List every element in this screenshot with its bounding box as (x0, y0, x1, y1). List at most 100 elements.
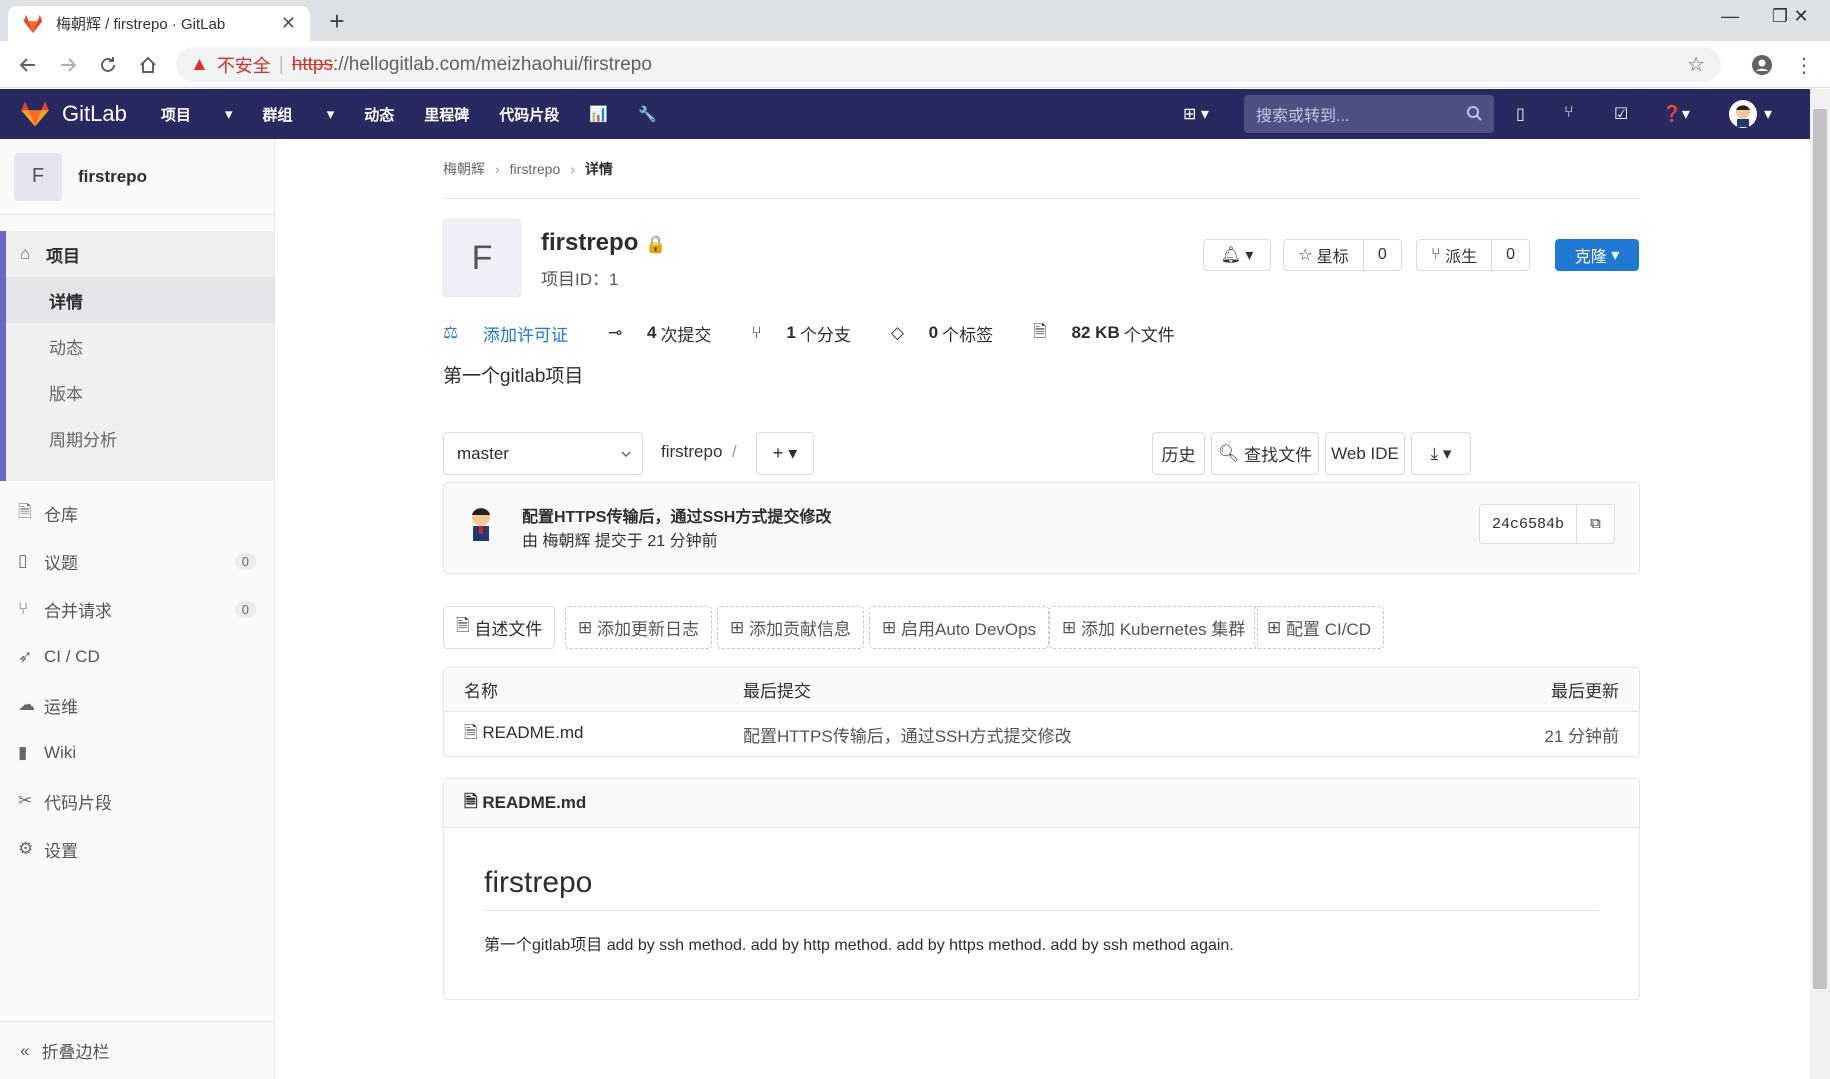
forward-icon[interactable] (54, 51, 82, 79)
notification-dropdown[interactable]: 🔔︎ ▾ (1203, 239, 1271, 271)
add-license-link[interactable]: ⚖ 添加许可证 (443, 321, 588, 346)
file-last-commit[interactable]: 配置HTTPS传输后，通过SSH方式提交修改 (743, 722, 1072, 747)
breadcrumb-current[interactable]: 详情 (585, 159, 613, 179)
star-count[interactable]: 0 (1362, 240, 1401, 270)
tags-stat[interactable]: ◇ 0 个标签 (891, 321, 1013, 346)
help-icon[interactable]: ❓▾ (1662, 104, 1690, 124)
bookmark-star-icon[interactable]: ☆ (1687, 52, 1705, 77)
project-id: 项目ID：1 (541, 270, 619, 289)
commit-sha-text[interactable]: 24c6584b (1480, 505, 1576, 543)
home-icon[interactable] (134, 51, 162, 79)
plus-square-icon: ⊞ (578, 617, 593, 637)
user-avatar[interactable] (1728, 99, 1758, 129)
chart-icon[interactable]: 📊 (589, 104, 608, 125)
merge-request-nav-icon[interactable]: ⑂ (1564, 104, 1574, 122)
web-ide-button[interactable]: Web IDE (1325, 432, 1405, 475)
sidebar-item-settings[interactable]: ⚙ 设置 (0, 825, 274, 873)
profile-icon[interactable] (1748, 51, 1776, 79)
sidebar-item-cicd[interactable]: ➶ CI / CD (0, 633, 274, 681)
file-name-cell[interactable]: 🗎 README.md (464, 720, 583, 749)
scrollbar-thumb[interactable] (1813, 109, 1827, 989)
back-icon[interactable] (14, 51, 42, 79)
tag-icon: ◇ (890, 323, 904, 342)
breadcrumb-user[interactable]: 梅朝辉 (443, 159, 485, 179)
menu-groups[interactable]: 群组 ▾ (263, 104, 335, 125)
tab-close-icon[interactable]: ✕ (281, 13, 296, 34)
find-file-button[interactable]: 🔍︎ 查找文件 (1211, 432, 1319, 475)
readme-filename[interactable]: README.md (482, 793, 586, 813)
sidebar-item-label: 代码片段 (44, 793, 112, 813)
sidebar-sub-cycle-analytics[interactable]: 周期分析 (6, 415, 274, 461)
file-icon: 🗎 (1033, 321, 1047, 341)
add-file-dropdown[interactable]: + ▾ (756, 432, 814, 475)
page-scrollbar[interactable] (1810, 89, 1830, 1079)
commits-label: 次提交 (660, 325, 712, 345)
todo-icon[interactable]: ☑ (1614, 104, 1628, 124)
minimize-icon[interactable]: — (1705, 6, 1755, 27)
bell-icon: 🔔︎ ▾ (1220, 247, 1254, 264)
sidebar-sub-activity[interactable]: 动态 (6, 323, 274, 369)
branch-icon: ⑂ (751, 323, 762, 342)
menu-milestones[interactable]: 里程碑 (424, 104, 469, 125)
ops-icon: ☁ (18, 695, 35, 714)
history-button[interactable]: 历史 (1152, 432, 1205, 475)
sidebar-item-merge-requests[interactable]: ⑂ 合并请求 0 (0, 585, 274, 633)
menu-projects[interactable]: 项目 ▾ (161, 104, 233, 125)
new-tab-button[interactable]: + (322, 6, 352, 36)
url-bar[interactable]: ▲ 不安全 | https ://hellogitlab.com/meizhao… (176, 47, 1721, 82)
book-icon: ▮ (18, 743, 28, 762)
fork-count[interactable]: 0 (1491, 240, 1529, 270)
add-kubernetes-button[interactable]: ⊞ 添加 Kubernetes 集群 (1049, 606, 1259, 649)
branches-stat[interactable]: ⑂ 1 个分支 (751, 321, 870, 346)
commit-message[interactable]: 配置HTTPS传输后，通过SSH方式提交修改 (522, 503, 831, 527)
menu-dots-icon[interactable]: ⋮ (1790, 51, 1818, 79)
add-changelog-button[interactable]: ⊞ 添加更新日志 (565, 606, 712, 649)
reload-icon[interactable] (94, 51, 122, 79)
url-separator: | (278, 53, 284, 75)
clone-button[interactable]: 克隆 ▾ (1555, 239, 1639, 271)
sidebar-item-project[interactable]: ⌂ 项目 (6, 231, 274, 277)
star-button[interactable]: ☆ 星标 0 (1283, 239, 1402, 271)
new-item-icon[interactable]: ⊞ ▾ (1183, 104, 1209, 124)
download-dropdown[interactable]: ⤓ ▾ (1411, 432, 1471, 475)
sidebar-project[interactable]: F firstrepo (0, 139, 274, 215)
readme-button[interactable]: 🗎 自述文件 (443, 606, 556, 649)
user-chevron-icon[interactable]: ▾ (1764, 104, 1772, 124)
breadcrumb-project[interactable]: firstrepo (510, 161, 561, 177)
collapse-sidebar-button[interactable]: « 折叠边栏 (0, 1021, 275, 1079)
sidebar-item-wiki[interactable]: ▮ Wiki (0, 729, 274, 777)
branch-name: master (457, 443, 509, 463)
sidebar-sub-details[interactable]: 详情 (6, 277, 274, 323)
repo-path-name[interactable]: firstrepo (661, 442, 722, 461)
commit-author-avatar[interactable] (466, 503, 496, 543)
table-row[interactable]: 🗎 README.md 配置HTTPS传输后，通过SSH方式提交修改 21 分钟… (444, 712, 1639, 756)
download-icon: ⤓ ▾ (1430, 443, 1452, 463)
branch-select[interactable]: master (443, 432, 643, 475)
menu-snippets[interactable]: 代码片段 (499, 104, 559, 125)
browser-tab[interactable]: 梅朝辉 / firstrepo · GitLab ✕ (8, 6, 310, 41)
window-close-icon[interactable]: ✕ (1776, 6, 1826, 27)
copy-icon[interactable]: ⧉ (1576, 505, 1614, 543)
sidebar-item-repository[interactable]: 🗎 仓库 (0, 489, 274, 537)
enable-auto-devops-button[interactable]: ⊞ 启用Auto DevOps (869, 606, 1050, 649)
configure-cicd-button[interactable]: ⊞ 配置 CI/CD (1254, 606, 1384, 649)
wrench-icon[interactable]: 🔧 (638, 104, 657, 125)
menu-activity[interactable]: 动态 (364, 104, 394, 125)
sidebar-item-snippets[interactable]: ✂ 代码片段 (0, 777, 274, 825)
sidebar-item-operations[interactable]: ☁ 运维 (0, 681, 274, 729)
gitlab-logo[interactable]: GitLab (20, 100, 127, 128)
sidebar-sub-releases[interactable]: 版本 (6, 369, 274, 415)
plus-square-icon: ⊞ (882, 617, 897, 637)
size-stat: 🗎 82 KB 个文件 (1033, 319, 1195, 348)
commits-stat[interactable]: ⊸ 4 次提交 (608, 321, 731, 346)
add-contributing-button[interactable]: ⊞ 添加贡献信息 (717, 606, 864, 649)
quick-action-label: 配置 CI/CD (1285, 620, 1371, 639)
security-label: 不安全 (216, 55, 271, 76)
search-input[interactable]: 搜索或转到... (1244, 95, 1494, 133)
fork-button[interactable]: ⑂ 派生 0 (1416, 239, 1530, 271)
sidebar-item-issues[interactable]: ▯ 议题 0 (0, 537, 274, 585)
scale-icon: ⚖ (443, 323, 459, 342)
file-icon: 🗎 (464, 791, 478, 811)
sidebar-item-label: 项目 (46, 246, 80, 266)
issues-nav-icon[interactable]: ▯ (1516, 104, 1525, 124)
